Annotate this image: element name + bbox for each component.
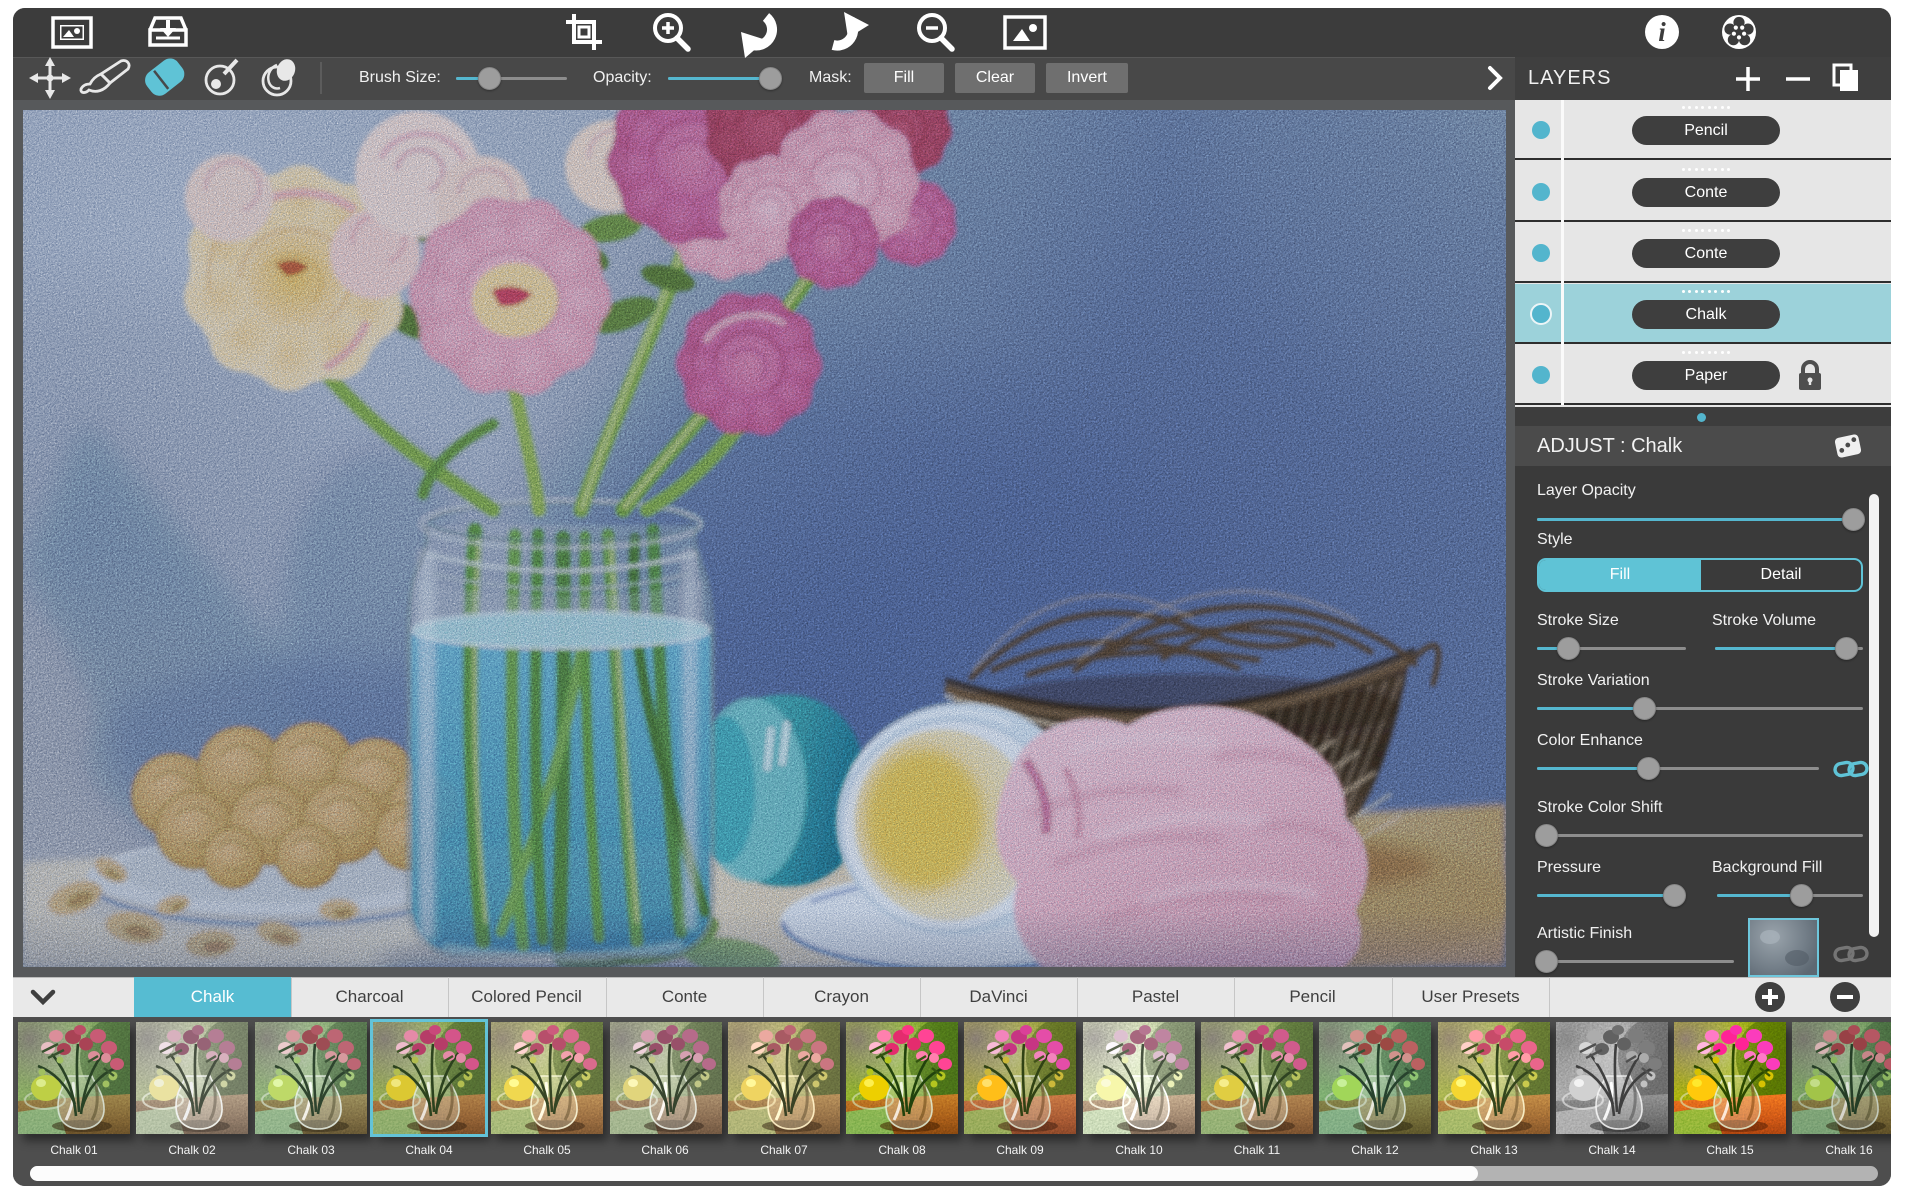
svg-text:i: i — [1658, 17, 1666, 47]
